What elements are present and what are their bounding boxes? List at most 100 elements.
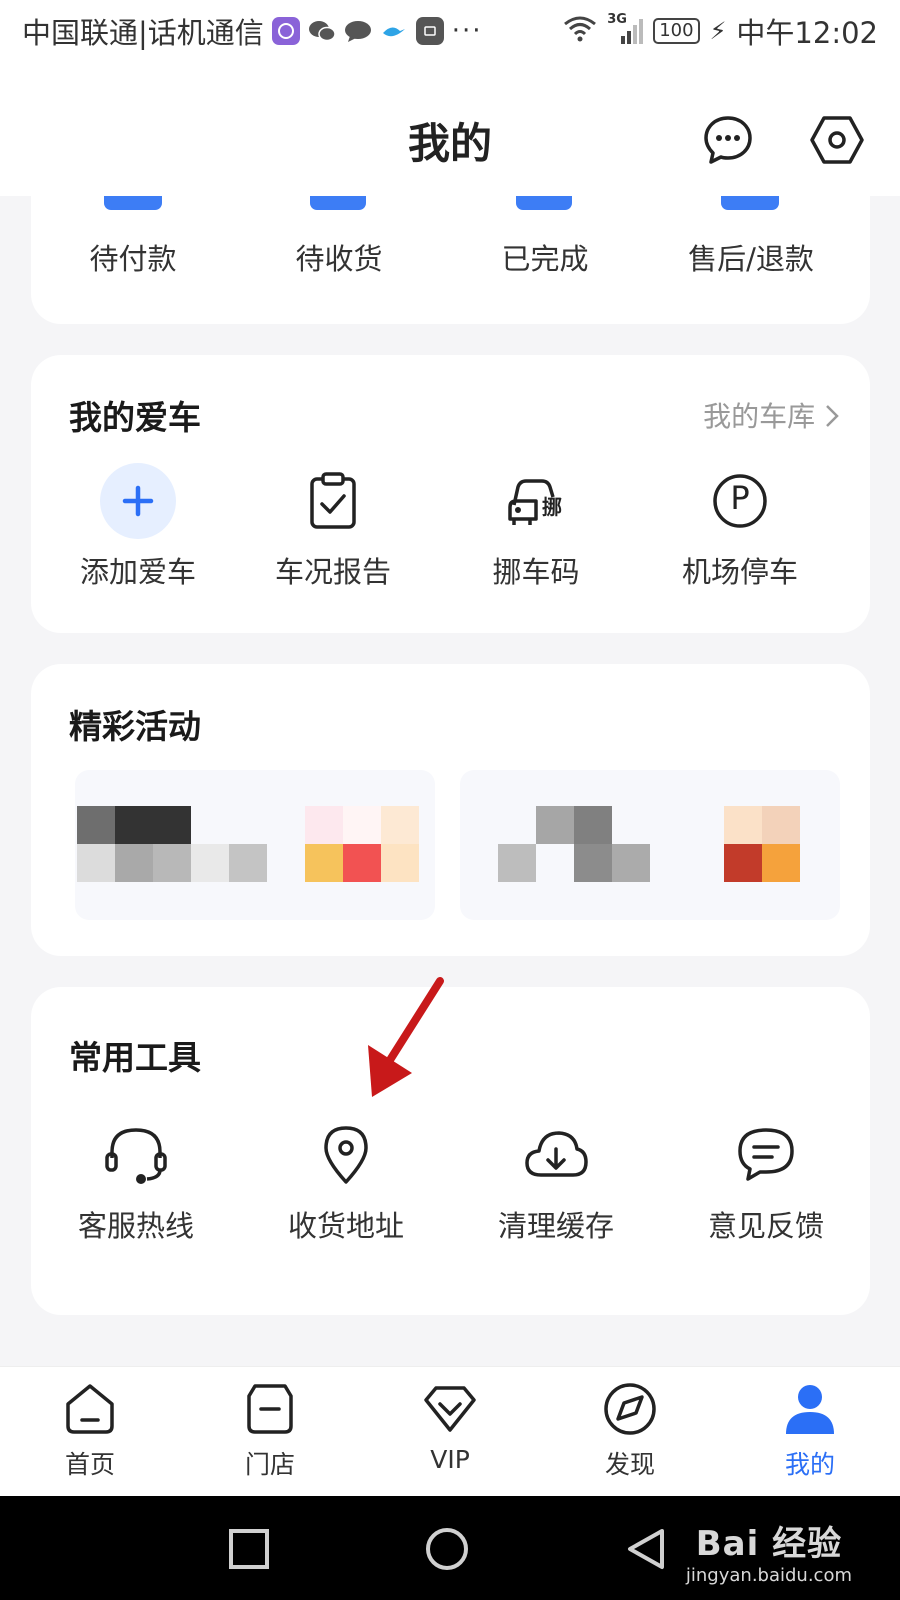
profile-icon: [780, 1379, 840, 1439]
chat-bubble-icon: [344, 17, 372, 45]
tab-store[interactable]: 门店: [210, 1379, 330, 1481]
status-bar: 中国联通|话机通信 ··· 3G 100 ⚡ 中午12:02: [0, 0, 900, 62]
chevron-right-icon: [824, 400, 840, 433]
parking-glyph: P: [730, 479, 750, 517]
move-car-code-label: 挪车码: [492, 555, 580, 589]
tab-vip[interactable]: VIP: [390, 1379, 510, 1474]
activity-banner-2[interactable]: [460, 770, 840, 920]
my-car-title: 我的爱车: [69, 398, 201, 437]
watermark-sub: jingyan.baidu.com: [685, 1565, 852, 1586]
banner-pixel: [343, 844, 381, 882]
customer-hotline-button[interactable]: 客服热线: [31, 1117, 241, 1245]
car-report-label: 车况报告: [274, 555, 391, 589]
add-car-button[interactable]: 添加爱车: [33, 463, 243, 591]
plus-icon: [100, 463, 176, 539]
huawei-app-icon: [415, 17, 444, 45]
orders-card: 待付款 待收货 已完成 售后/退款: [31, 166, 870, 324]
clock-text: 中午12:02: [736, 16, 878, 50]
bottom-tab-bar: 首页 门店 VIP 发现 我的: [0, 1366, 900, 1496]
move-car-icon: 挪: [498, 463, 574, 539]
wifi-icon: [563, 14, 597, 49]
status-right: 3G 100 ⚡ 中午12:02: [563, 10, 878, 52]
parking-icon: P: [702, 463, 778, 539]
order-pending-delivery[interactable]: 待收货: [234, 236, 444, 278]
banner-pixel: [381, 844, 419, 882]
status-left: 中国联通|话机通信 ···: [22, 10, 483, 52]
banner-pixel: [343, 806, 381, 844]
battery-indicator: 100: [653, 18, 700, 44]
store-icon: [240, 1379, 300, 1439]
tab-vip-label: VIP: [430, 1445, 470, 1474]
recent-apps-button[interactable]: [226, 1526, 272, 1572]
message-icon[interactable]: [702, 114, 754, 166]
system-navigation-bar: Bai 经验 jingyan.baidu.com: [0, 1496, 900, 1600]
banner-pixel: [229, 844, 267, 882]
completed-icon: [516, 196, 572, 210]
add-car-label: 添加爱车: [79, 555, 196, 589]
banner-pixel: [762, 806, 800, 844]
vip-diamond-icon: [420, 1379, 480, 1439]
shipping-address-label: 收货地址: [287, 1209, 404, 1243]
my-car-card: 我的爱车 我的车库 添加爱车 车况报告 挪 挪车码 P 机场停车: [31, 355, 870, 633]
discover-compass-icon: [600, 1379, 660, 1439]
cellular-signal-icon: 3G: [607, 12, 644, 46]
after-sales-icon: [721, 196, 779, 210]
clear-cache-button[interactable]: 清理缓存: [451, 1117, 661, 1245]
baidu-watermark: Bai 经验 jingyan.baidu.com: [686, 1516, 852, 1586]
feedback-bubble-icon: [728, 1117, 804, 1193]
feedback-label: 意见反馈: [707, 1209, 824, 1243]
clipboard-check-icon: [295, 463, 371, 539]
order-pending-payment[interactable]: 待付款: [28, 236, 238, 278]
tab-discover-label: 发现: [604, 1450, 655, 1479]
tools-title: 常用工具: [69, 1038, 201, 1077]
headset-icon: [98, 1117, 174, 1193]
banner-pixel: [762, 844, 800, 882]
page-title: 我的: [407, 119, 492, 168]
clear-cache-label: 清理缓存: [497, 1209, 614, 1243]
wechat-icon: [308, 17, 336, 45]
tab-store-label: 门店: [244, 1450, 295, 1479]
order-completed[interactable]: 已完成: [440, 236, 650, 278]
move-car-code-button[interactable]: 挪 挪车码: [431, 463, 641, 591]
more-notifications-icon: ···: [451, 16, 483, 46]
tab-profile-label: 我的: [784, 1450, 835, 1479]
feedback-button[interactable]: 意见反馈: [661, 1117, 871, 1245]
banner-pixel: [381, 806, 419, 844]
banner-pixel: [153, 806, 191, 844]
banner-pixel: [724, 844, 762, 882]
banner-pixel: [498, 844, 536, 882]
banner-pixel: [724, 806, 762, 844]
banner-pixel: [77, 806, 115, 844]
activities-title: 精彩活动: [69, 707, 201, 746]
bird-app-icon: [380, 17, 408, 45]
banner-pixel: [153, 844, 191, 882]
activity-banner-1[interactable]: [75, 770, 435, 920]
home-icon: [60, 1379, 120, 1439]
charging-icon: ⚡: [709, 17, 727, 45]
pending-delivery-icon: [310, 196, 366, 210]
settings-icon[interactable]: [810, 114, 864, 166]
tab-profile[interactable]: 我的: [750, 1379, 870, 1481]
back-nav-button[interactable]: [624, 1526, 670, 1572]
car-report-button[interactable]: 车况报告: [228, 463, 438, 591]
annotation-arrow: [368, 977, 444, 1097]
move-car-glyph: 挪: [542, 495, 562, 519]
cloud-download-icon: [518, 1117, 594, 1193]
home-nav-button[interactable]: [424, 1526, 470, 1572]
order-after-sales[interactable]: 售后/退款: [646, 236, 856, 278]
my-garage-link[interactable]: 我的车库: [703, 395, 840, 435]
airport-parking-button[interactable]: P 机场停车: [635, 463, 845, 591]
banner-pixel: [115, 806, 153, 844]
banner-pixel: [305, 844, 343, 882]
banner-pixel: [115, 844, 153, 882]
banner-pixel: [574, 806, 612, 844]
banner-pixel: [536, 806, 574, 844]
location-pin-icon: [308, 1117, 384, 1193]
banner-pixel: [612, 844, 650, 882]
watermark-main: Bai 经验: [695, 1524, 843, 1564]
tab-home[interactable]: 首页: [30, 1379, 150, 1481]
customer-hotline-label: 客服热线: [77, 1209, 194, 1243]
shipping-address-button[interactable]: 收货地址: [241, 1117, 451, 1245]
carrier-text: 中国联通|话机通信: [22, 16, 264, 50]
tab-discover[interactable]: 发现: [570, 1379, 690, 1481]
